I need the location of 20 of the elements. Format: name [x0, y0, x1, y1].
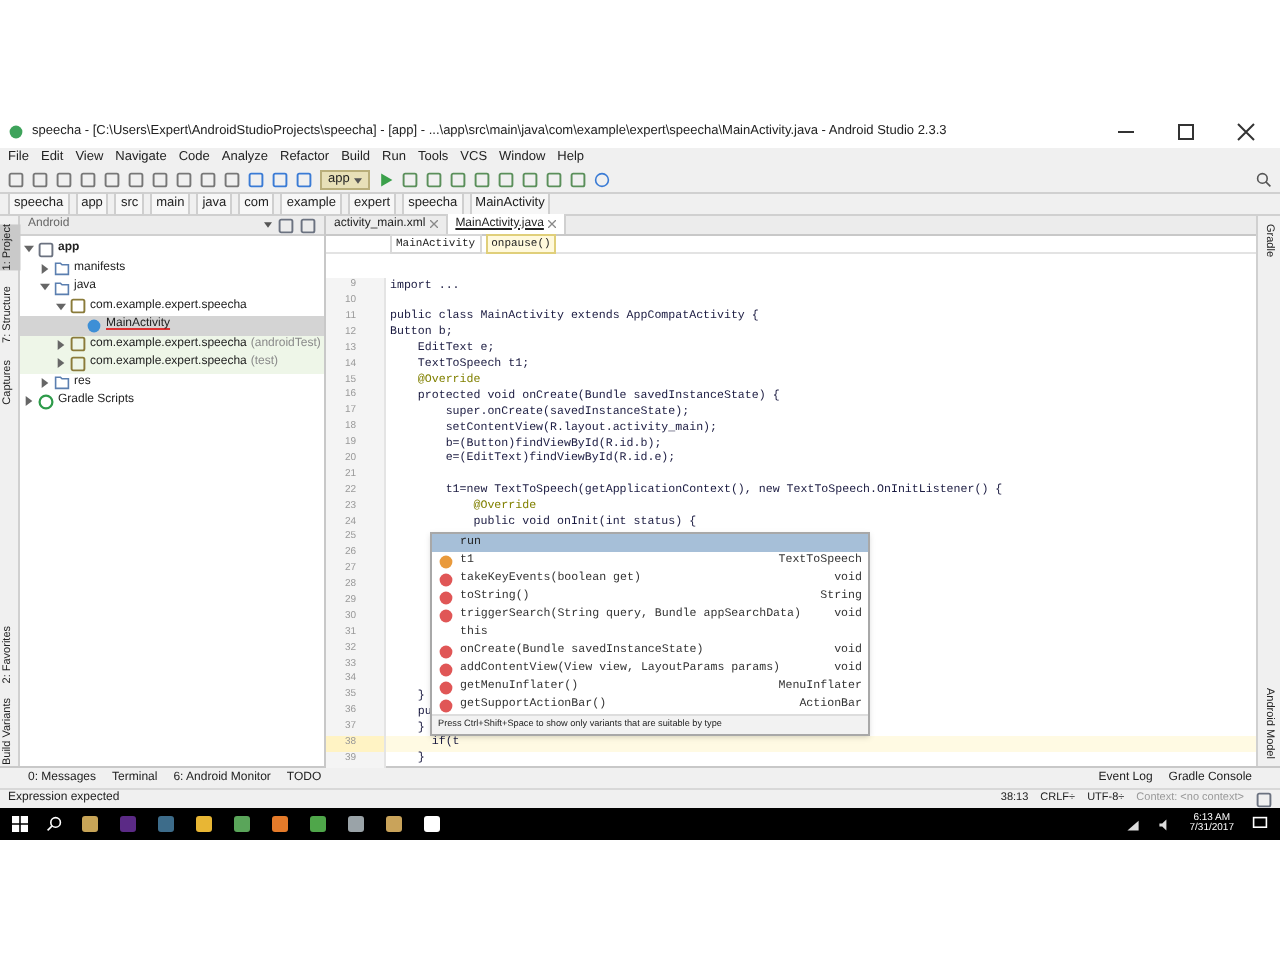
gradle-icon: [38, 393, 54, 410]
caret-icon: [264, 222, 272, 228]
collapse-arrow-icon[interactable]: [24, 244, 34, 255]
run-icon[interactable]: [377, 172, 394, 188]
help-icon[interactable]: [593, 172, 610, 188]
class-icon: [86, 317, 102, 334]
field-icon: [438, 553, 454, 569]
folder-icon: [54, 374, 70, 391]
expand-arrow-icon[interactable]: [40, 263, 50, 274]
windows-start-icon[interactable]: [12, 816, 28, 832]
search-icon[interactable]: [46, 816, 62, 832]
maximize-icon[interactable]: [1176, 122, 1196, 142]
close-icon[interactable]: [1236, 122, 1256, 142]
caret-icon: [353, 177, 362, 183]
android-studio-icon: [8, 124, 24, 140]
notification-icon[interactable]: [1252, 816, 1268, 832]
network-icon[interactable]: [1125, 817, 1140, 831]
package-icon: [70, 298, 86, 315]
volume-icon[interactable]: [1157, 817, 1172, 831]
search-icon[interactable]: [1256, 172, 1272, 188]
